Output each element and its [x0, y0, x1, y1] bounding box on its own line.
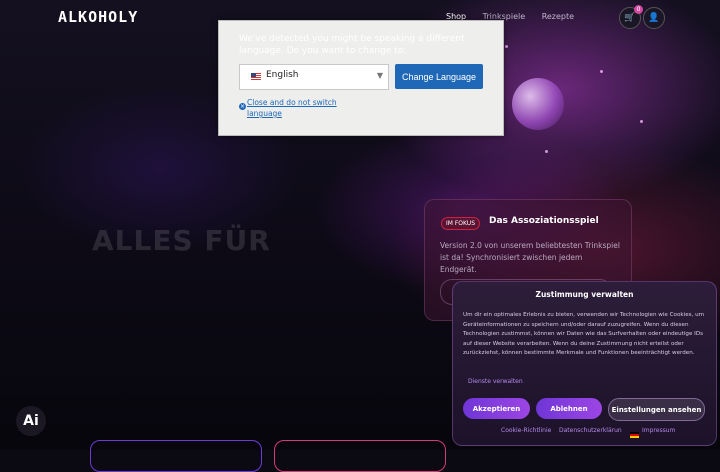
focus-title: Das Assoziationsspiel — [489, 216, 599, 226]
imprint-link[interactable]: Impressum — [642, 427, 675, 434]
close-icon[interactable]: × — [239, 103, 246, 110]
hero-title: ALLES FÜR — [92, 224, 271, 257]
chevron-down-icon: ▼ — [376, 71, 383, 80]
category-card[interactable] — [274, 440, 446, 472]
focus-badge: IM FOKUS — [441, 217, 481, 230]
cart-button[interactable]: 🛒 0 — [619, 5, 643, 29]
category-card[interactable] — [90, 440, 262, 472]
sparkle — [545, 150, 548, 153]
sparkle — [640, 120, 643, 123]
privacy-policy-link[interactable]: Datenschutzerklärun — [559, 427, 622, 434]
cart-icon: 🛒 — [624, 13, 636, 23]
us-flag-icon — [251, 73, 261, 80]
user-icon: 👤 — [648, 13, 660, 23]
language-select-value: English — [266, 70, 299, 80]
account-button[interactable]: 👤 — [643, 7, 665, 29]
cart-count-badge: 0 — [634, 5, 643, 14]
language-switch-dialog: We've detected you might be speaking a d… — [218, 20, 504, 136]
change-language-button[interactable]: Change Language — [395, 64, 483, 89]
focus-description: Version 2.0 von unserem beliebtesten Tri… — [440, 241, 620, 274]
consent-title: Zustimmung verwalten — [535, 290, 634, 299]
nav-item-rezepte[interactable]: Rezepte — [542, 12, 574, 21]
sparkle — [600, 70, 603, 73]
consent-text: Um dir ein optimales Erlebnis zu bieten,… — [463, 312, 705, 356]
view-settings-button[interactable]: Einstellungen ansehen — [608, 398, 705, 421]
sparkle — [505, 45, 508, 48]
cookie-policy-link[interactable]: Cookie-Richtlinie — [501, 427, 551, 434]
manage-services-link[interactable]: Dienste verwalten — [468, 378, 523, 385]
language-message: We've detected you might be speaking a d… — [239, 34, 465, 56]
deny-button[interactable]: Ablehnen — [536, 398, 602, 419]
accept-button[interactable]: Akzeptieren — [463, 398, 530, 419]
ai-assistant-button[interactable]: Ai — [16, 406, 46, 436]
german-flag-icon[interactable] — [630, 432, 639, 438]
close-no-switch-link[interactable]: Close and do not switch language — [247, 97, 367, 119]
disco-ball-image — [512, 78, 564, 130]
cookie-consent-panel: Zustimmung verwalten Um dir ein optimale… — [452, 281, 717, 446]
language-select[interactable]: English ▼ — [239, 64, 389, 90]
site-logo[interactable]: ALKOHOLY — [58, 8, 138, 26]
